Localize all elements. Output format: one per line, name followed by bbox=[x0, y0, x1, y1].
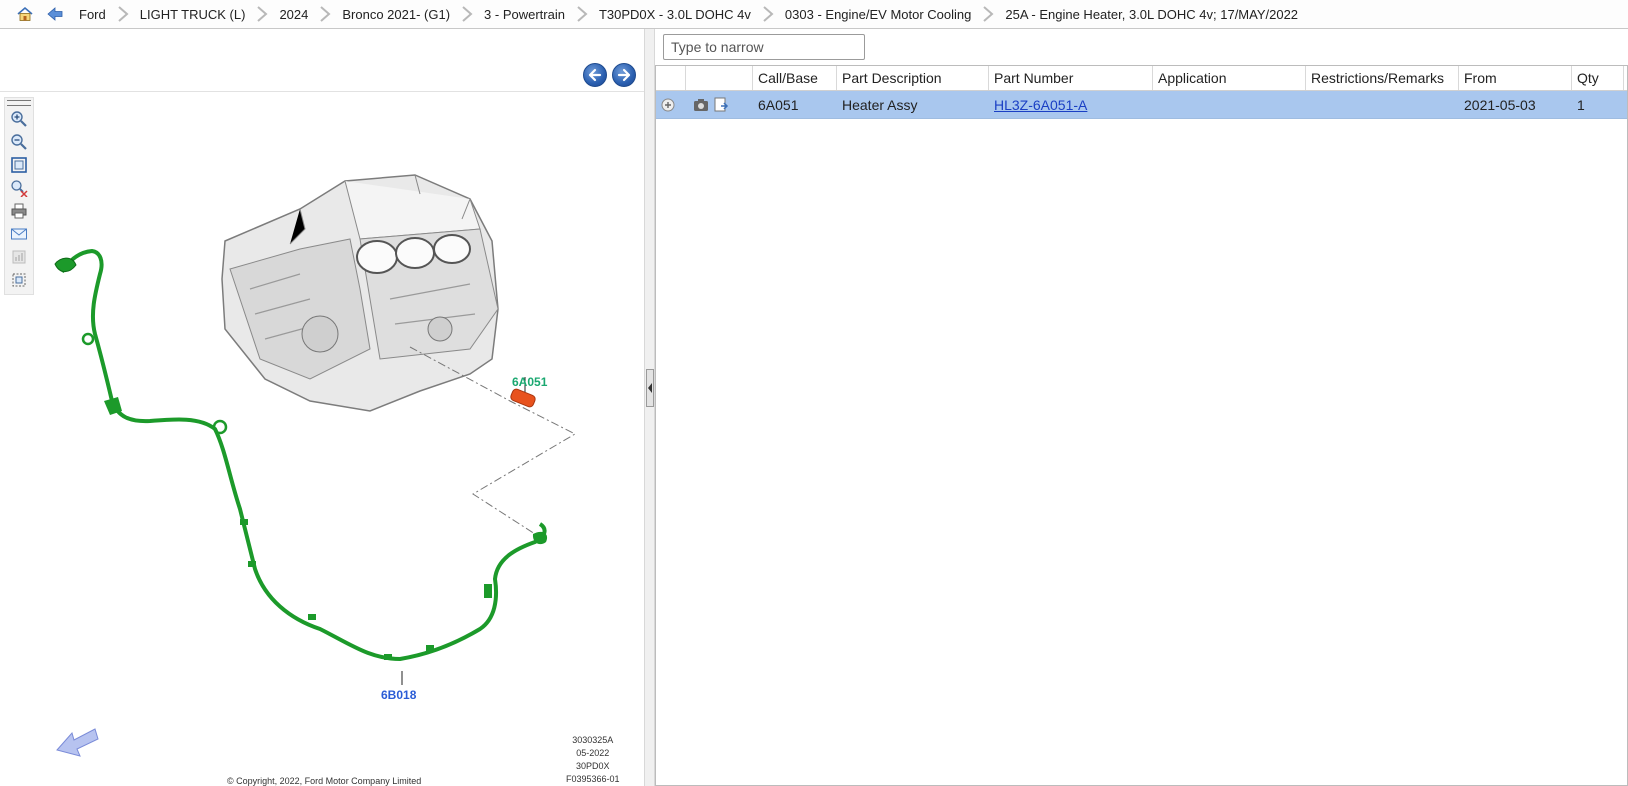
back-arrow-icon[interactable] bbox=[46, 5, 64, 23]
chevron-right-icon bbox=[255, 4, 269, 24]
breadcrumb-bar: Ford LIGHT TRUCK (L) 2024 Bronco 2021- (… bbox=[0, 0, 1628, 29]
illustration-pane: 6A051 6B018 3030325A 05-2022 30PD0X F039… bbox=[0, 29, 644, 786]
header-part-description[interactable]: Part Description bbox=[837, 66, 989, 90]
breadcrumb-item[interactable]: LIGHT TRUCK (L) bbox=[139, 7, 247, 22]
header-call-base[interactable]: Call/Base bbox=[753, 66, 837, 90]
breadcrumb-item[interactable]: Bronco 2021- (G1) bbox=[341, 7, 451, 22]
chevron-right-icon bbox=[460, 4, 474, 24]
stamp-line: 30PD0X bbox=[576, 761, 610, 771]
header-part-number[interactable]: Part Number bbox=[989, 66, 1153, 90]
breadcrumb-current: 25A - Engine Heater, 3.0L DOHC 4v; 17/MA… bbox=[1005, 6, 1299, 22]
header-cell bbox=[686, 66, 753, 90]
row-expand-cell bbox=[656, 91, 686, 118]
copyright-text: © Copyright, 2022, Ford Motor Company Li… bbox=[227, 776, 422, 786]
engine-heater-illustration bbox=[54, 174, 577, 757]
from-date-cell: 2021-05-03 bbox=[1464, 96, 1536, 113]
remarks-cell bbox=[1306, 91, 1459, 118]
grid-header: Call/Base Part Description Part Number A… bbox=[656, 66, 1627, 91]
chevron-right-icon bbox=[575, 4, 589, 24]
stamp-line: 05-2022 bbox=[576, 748, 610, 758]
qty-cell: 1 bbox=[1577, 96, 1585, 113]
breadcrumb-item[interactable]: Ford bbox=[78, 7, 107, 22]
pane-splitter[interactable] bbox=[644, 29, 655, 786]
header-cell bbox=[656, 66, 686, 90]
parts-list-pane: Call/Base Part Description Part Number A… bbox=[655, 29, 1628, 786]
application-cell bbox=[1153, 91, 1306, 118]
collapse-pane-icon[interactable] bbox=[646, 369, 654, 407]
breadcrumb: Ford LIGHT TRUCK (L) 2024 Bronco 2021- (… bbox=[78, 4, 1299, 24]
header-restrictions[interactable]: Restrictions/Remarks bbox=[1306, 66, 1459, 90]
parts-grid: Call/Base Part Description Part Number A… bbox=[655, 65, 1628, 786]
callout-6a051[interactable]: 6A051 bbox=[512, 375, 547, 389]
part-number-link[interactable]: HL3Z-6A051-A bbox=[994, 97, 1087, 113]
header-application[interactable]: Application bbox=[1153, 66, 1306, 90]
call-base-cell: 6A051 bbox=[758, 96, 799, 113]
row-icons-cell bbox=[686, 91, 753, 118]
header-from[interactable]: From bbox=[1459, 66, 1572, 90]
stamp-line: F0395366-01 bbox=[566, 774, 620, 784]
part-number-cell: HL3Z-6A051-A bbox=[989, 91, 1153, 118]
filter-input[interactable] bbox=[663, 34, 865, 60]
illustration-stamp: 3030325A 05-2022 30PD0X F0395366-01 bbox=[566, 734, 620, 786]
back-view-arrow-icon[interactable] bbox=[56, 728, 99, 757]
chevron-right-icon bbox=[116, 4, 130, 24]
chevron-right-icon bbox=[981, 4, 995, 24]
breadcrumb-item[interactable]: 2024 bbox=[278, 7, 309, 22]
document-link-icon[interactable] bbox=[713, 97, 729, 113]
breadcrumb-item[interactable]: T30PD0X - 3.0L DOHC 4v bbox=[598, 7, 752, 22]
home-icon[interactable] bbox=[16, 5, 34, 23]
table-row[interactable]: 6A051 Heater Assy HL3Z-6A051-A 2021-05-0… bbox=[656, 91, 1627, 119]
chevron-right-icon bbox=[761, 4, 775, 24]
camera-icon[interactable] bbox=[693, 98, 709, 112]
callout-6b018[interactable]: 6B018 bbox=[381, 688, 416, 702]
breadcrumb-item[interactable]: 3 - Powertrain bbox=[483, 7, 566, 22]
chevron-right-icon bbox=[318, 4, 332, 24]
stamp-line: 3030325A bbox=[572, 735, 614, 745]
engine-block bbox=[221, 174, 499, 412]
part-description-cell: Heater Assy bbox=[842, 96, 918, 113]
breadcrumb-item[interactable]: 0303 - Engine/EV Motor Cooling bbox=[784, 7, 972, 22]
header-qty[interactable]: Qty bbox=[1572, 66, 1624, 90]
add-to-list-icon[interactable] bbox=[661, 98, 675, 112]
